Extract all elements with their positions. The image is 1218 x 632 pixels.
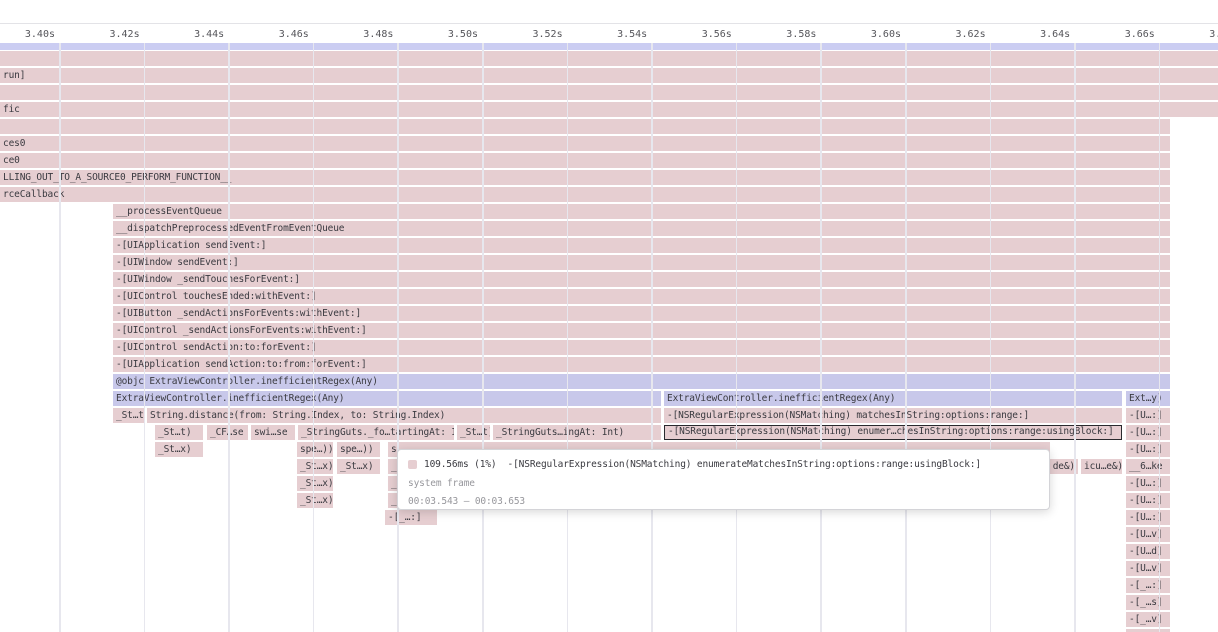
- flame-bar[interactable]: -[UIWindow _sendTouchesForEvent:]: [113, 272, 1170, 287]
- flame-bar[interactable]: -[_…:]: [385, 510, 437, 525]
- flame-bar[interactable]: -[UIApplication sendEvent:]: [113, 238, 1170, 253]
- flame-bar[interactable]: [0, 85, 1218, 100]
- flame-bar[interactable]: _St…x): [297, 493, 333, 508]
- ruler-tick-label: 3.66s: [1125, 29, 1155, 40]
- ruler-tick-label: 3.46s: [279, 29, 309, 40]
- flame-bar[interactable]: -[UIControl sendAction:to:forEvent:]: [113, 340, 1170, 355]
- flame-bar[interactable]: @objc ExtraViewController.inefficientReg…: [113, 374, 1170, 389]
- flame-bar[interactable]: fic: [0, 102, 1218, 117]
- gridline: [567, 42, 569, 632]
- flame-bar[interactable]: -[U…:]: [1126, 476, 1170, 491]
- tooltip-subtitle: system frame: [408, 477, 1039, 490]
- flame-bar[interactable]: -[UIWindow sendEvent:]: [113, 255, 1170, 270]
- tooltip-title-row: 109.56ms (1%) -[NSRegularExpression(NSMa…: [408, 456, 1039, 472]
- ruler-tick-label: 3.60s: [871, 29, 901, 40]
- tooltip-time-range: 00:03.543 — 00:03.653: [408, 495, 1039, 508]
- flame-bar[interactable]: -[U…v]: [1126, 527, 1170, 542]
- ruler-tick-label: 3.64s: [1040, 29, 1070, 40]
- flame-bar[interactable]: _St…x): [297, 459, 333, 474]
- flame-bar[interactable]: rceCallback: [0, 187, 1170, 202]
- ruler-tick-label: 3.68s: [1209, 29, 1218, 40]
- flame-bar[interactable]: -[U…:]: [1126, 493, 1170, 508]
- ruler-tick-label: 3.56s: [702, 29, 732, 40]
- flame-bar[interactable]: _StringGuts…ingAt: Int): [493, 425, 661, 440]
- time-ruler[interactable]: 3.40s 3.42s 3.44s 3.46s 3.48s 3.50s 3.52s 3.54s…: [0, 23, 1218, 43]
- flame-bar[interactable]: -[U…:]: [1126, 442, 1170, 457]
- ruler-tick-label: 3.50s: [448, 29, 478, 40]
- flame-bar[interactable]: __processEventQueue: [113, 204, 1170, 219]
- flame-bar[interactable]: -[UIControl _sendActionsForEvents:withEv…: [113, 323, 1170, 338]
- flame-bar[interactable]: spe…)): [297, 442, 333, 457]
- gridline: [1074, 42, 1076, 632]
- ruler-tick-label: 3.40s: [25, 29, 55, 40]
- flame-bar[interactable]: __6…ke: [1126, 459, 1170, 474]
- tooltip-title: 109.56ms (1%) -[NSRegularExpression(NSMa…: [424, 459, 981, 470]
- category-swatch-icon: [408, 460, 417, 469]
- flame-bar[interactable]: ExtraViewController.inefficientRegex(Any…: [664, 391, 1122, 406]
- flame-bar[interactable]: -[UIControl touchesEnded:withEvent:]: [113, 289, 1170, 304]
- flame-bar[interactable]: -[_…:]: [1126, 578, 1170, 593]
- flame-bar[interactable]: [0, 119, 1170, 134]
- flame-bar[interactable]: _St…x): [297, 476, 333, 491]
- flame-bar[interactable]: -[U…d]: [1126, 544, 1170, 559]
- gridline: [990, 42, 992, 632]
- flame-bar[interactable]: _StringGuts._fo…tartingAt: Int): [298, 425, 454, 440]
- ruler-tick-label: 3.48s: [363, 29, 393, 40]
- flame-bar[interactable]: -[U…:]: [1126, 408, 1170, 423]
- flame-bar[interactable]: -[U…:]: [1126, 510, 1170, 525]
- flame-bar[interactable]: _St…x): [155, 442, 203, 457]
- gridline: [228, 42, 230, 632]
- flame-bar[interactable]: -[U…:]: [1126, 425, 1170, 440]
- flame-bar[interactable]: [0, 51, 1218, 66]
- flame-bar[interactable]: _St…t): [457, 425, 490, 440]
- gridline: [1159, 42, 1161, 632]
- ruler-tick-label: 3.44s: [194, 29, 224, 40]
- tooltip: 109.56ms (1%) -[NSRegularExpression(NSMa…: [397, 449, 1050, 510]
- flame-bar[interactable]: _St…t): [113, 408, 144, 423]
- flame-chart-view: 3.40s 3.42s 3.44s 3.46s 3.48s 3.50s 3.52s 3.54s…: [0, 0, 1218, 632]
- flame-bar[interactable]: Ext…y): [1126, 391, 1170, 406]
- gridline: [736, 42, 738, 632]
- gridline: [59, 42, 61, 632]
- gridline: [905, 42, 907, 632]
- flame-bar[interactable]: spe…)): [337, 442, 380, 457]
- gridline: [144, 42, 146, 632]
- flame-bar[interactable]: -[_…s]: [1126, 595, 1170, 610]
- flame-bar[interactable]: run]: [0, 68, 1218, 83]
- gridline: [820, 42, 822, 632]
- ruler-tick-label: 3.52s: [533, 29, 563, 40]
- gridline: [313, 42, 315, 632]
- flame-bar[interactable]: -[U…v]: [1126, 561, 1170, 576]
- gridline: [397, 42, 399, 632]
- gridline: [482, 42, 484, 632]
- flame-bar[interactable]: _St…x): [337, 459, 380, 474]
- flame-bar[interactable]: __dispatchPreprocessedEventFromEventQueu…: [113, 221, 1170, 236]
- flame-bar[interactable]: ce0: [0, 153, 1170, 168]
- flame-bar-selected[interactable]: -[NSRegularExpression(NSMatching) enumer…: [664, 425, 1122, 440]
- ruler-tick-label: 3.42s: [110, 29, 140, 40]
- flame-bar[interactable]: swi…se: [251, 425, 295, 440]
- flame-bar[interactable]: ExtraViewController.inefficientRegex(Any…: [113, 391, 661, 406]
- ruler-tick-label: 3.62s: [956, 29, 986, 40]
- ruler-tick-label: 3.58s: [786, 29, 816, 40]
- flame-bar[interactable]: -[NSRegularExpression(NSMatching) matche…: [664, 408, 1122, 423]
- flame-bar[interactable]: String.distance(from: String.Index, to: …: [147, 408, 661, 423]
- flame-chart: run] fic ces0 ce0 LLING_OUT_TO_A_SOURCE0_PER…: [0, 0, 1218, 632]
- flame-bar[interactable]: -[UIApplication sendAction:to:from:forEv…: [113, 357, 1170, 372]
- flame-bar[interactable]: LLING_OUT_TO_A_SOURCE0_PERFORM_FUNCTION_…: [0, 170, 1170, 185]
- gridline: [651, 42, 653, 632]
- flame-bar[interactable]: icu…e&): [1081, 459, 1122, 474]
- ruler-tick-label: 3.54s: [617, 29, 647, 40]
- flame-bar[interactable]: _St…t): [155, 425, 203, 440]
- flame-bar[interactable]: ces0: [0, 136, 1170, 151]
- flame-bar[interactable]: -[UIButton _sendActionsForEvents:withEve…: [113, 306, 1170, 321]
- flame-bar[interactable]: -[_…v]: [1126, 612, 1170, 627]
